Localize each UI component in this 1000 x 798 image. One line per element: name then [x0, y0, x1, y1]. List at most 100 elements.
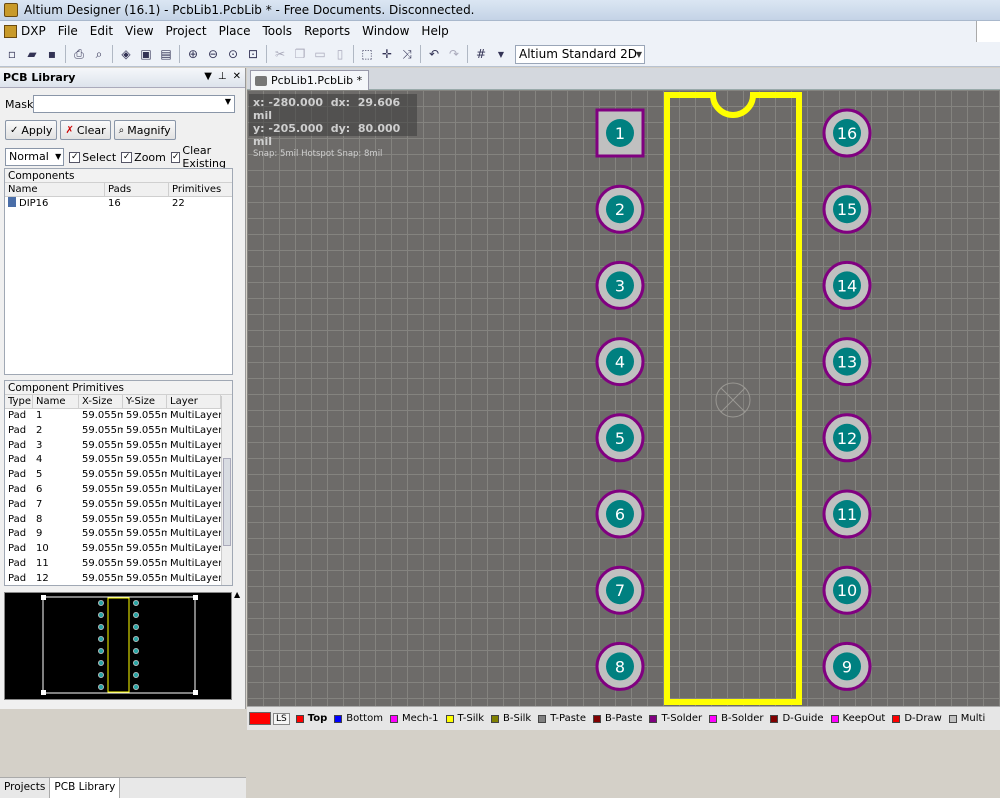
component-preview[interactable]	[4, 592, 232, 700]
grid-dropdown-icon[interactable]: ▼	[492, 45, 510, 63]
col-ysize[interactable]: Y-Size	[123, 395, 167, 408]
menu-dxp[interactable]: DXP	[0, 21, 52, 42]
paste-icon[interactable]: ▭	[311, 45, 329, 63]
col-layer[interactable]: Layer	[167, 395, 221, 408]
new-icon[interactable]: ▫	[3, 45, 21, 63]
layer-tab-multi[interactable]: Multi	[948, 713, 985, 724]
pad-15[interactable]: 15	[822, 184, 872, 234]
clear-button[interactable]: ✗ Clear	[60, 120, 111, 140]
layer-tab-b-paste[interactable]: B-Paste	[593, 713, 642, 724]
tab-projects[interactable]: Projects	[0, 778, 51, 798]
grid-icon[interactable]: #	[472, 45, 490, 63]
layer-tab-b-silk[interactable]: B-Silk	[491, 713, 531, 724]
zoom-fit-icon[interactable]: ⊡	[244, 45, 262, 63]
tab-pcblib1[interactable]: PcbLib1.PcbLib *	[250, 70, 370, 90]
pad-6[interactable]: 6	[595, 489, 645, 539]
primitives-scrollbar[interactable]	[221, 396, 232, 585]
panel-menu-icon[interactable]: ▼	[204, 71, 212, 82]
mask-input[interactable]: ▼	[33, 95, 235, 113]
view-mode-select[interactable]: Altium Standard 2D ▼	[515, 44, 645, 64]
pad-1[interactable]: 1	[595, 108, 645, 158]
component-icon[interactable]: ▤	[157, 45, 175, 63]
primitive-row[interactable]: Pad1259.055mil59.055milMultiLayer	[5, 572, 232, 587]
menu-view[interactable]: View	[119, 21, 159, 42]
primitive-row[interactable]: Pad159.055mil59.055milMultiLayer	[5, 409, 232, 424]
menu-file[interactable]: File	[52, 21, 84, 42]
pad-9[interactable]: 9	[822, 641, 872, 691]
pad-4[interactable]: 4	[595, 337, 645, 387]
menu-reports[interactable]: Reports	[298, 21, 356, 42]
layers-icon[interactable]: ◈	[117, 45, 135, 63]
menu-place[interactable]: Place	[213, 21, 257, 42]
layer-set-button[interactable]: LS	[249, 712, 290, 725]
pad-10[interactable]: 10	[822, 565, 872, 615]
print-icon[interactable]: ⎙	[70, 45, 88, 63]
search-box[interactable]	[976, 21, 1000, 42]
primitive-row[interactable]: Pad759.055mil59.055milMultiLayer	[5, 498, 232, 513]
close-icon[interactable]: ✕	[233, 71, 241, 82]
pad-3[interactable]: 3	[595, 260, 645, 310]
col-xsize[interactable]: X-Size	[79, 395, 123, 408]
open-icon[interactable]: ▰	[23, 45, 41, 63]
col-type[interactable]: Type	[5, 395, 33, 408]
col-name[interactable]: Name	[5, 183, 105, 196]
zoom-checkbox[interactable]: ✓ Zoom	[121, 151, 166, 164]
primitive-row[interactable]: Pad259.055mil59.055milMultiLayer	[5, 424, 232, 439]
pad-16[interactable]: 16	[822, 108, 872, 158]
primitive-row[interactable]: Pad559.055mil59.055milMultiLayer	[5, 468, 232, 483]
tab-pcb-library[interactable]: PCB Library	[50, 778, 121, 798]
mode-select[interactable]: Normal ▼	[5, 148, 65, 166]
select-area-icon[interactable]: ⬚	[358, 45, 376, 63]
zoom-selected-icon[interactable]: ⊙	[224, 45, 242, 63]
clear-existing-checkbox[interactable]: ✓ Clear Existing	[170, 144, 245, 170]
undo-icon[interactable]: ↶	[425, 45, 443, 63]
pin-icon[interactable]: ⊥	[218, 71, 227, 82]
layer-tab-d-draw[interactable]: D-Draw	[892, 713, 942, 724]
col-pads[interactable]: Pads	[105, 183, 169, 196]
menu-project[interactable]: Project	[160, 21, 213, 42]
layer-tab-t-solder[interactable]: T-Solder	[649, 713, 702, 724]
magnify-button[interactable]: ⌕ Magnify	[113, 120, 176, 140]
pad-14[interactable]: 14	[822, 260, 872, 310]
menu-edit[interactable]: Edit	[84, 21, 119, 42]
menu-window[interactable]: Window	[356, 21, 415, 42]
collapse-icon[interactable]: ▲	[234, 590, 240, 599]
pad-8[interactable]: 8	[595, 641, 645, 691]
board-icon[interactable]: ▣	[137, 45, 155, 63]
pad-7[interactable]: 7	[595, 565, 645, 615]
print-preview-icon[interactable]: ⌕	[90, 45, 108, 63]
menu-help[interactable]: Help	[415, 21, 454, 42]
primitive-row[interactable]: Pad1159.055mil59.055milMultiLayer	[5, 557, 232, 572]
select-checkbox[interactable]: ✓ Select	[69, 151, 116, 164]
primitive-row[interactable]: Pad959.055mil59.055milMultiLayer	[5, 527, 232, 542]
layer-tab-d-guide[interactable]: D-Guide	[770, 713, 824, 724]
primitive-row[interactable]: Pad859.055mil59.055milMultiLayer	[5, 513, 232, 528]
cut-icon[interactable]: ✂	[271, 45, 289, 63]
zoom-out-icon[interactable]: ⊖	[204, 45, 222, 63]
pad-11[interactable]: 11	[822, 489, 872, 539]
apply-button[interactable]: ✓ Apply	[5, 120, 58, 140]
col-primitives[interactable]: Primitives	[169, 183, 232, 196]
menu-tools[interactable]: Tools	[257, 21, 299, 42]
layer-tab-top[interactable]: Top	[295, 713, 327, 724]
primitive-row[interactable]: Pad659.055mil59.055milMultiLayer	[5, 483, 232, 498]
layer-tab-t-silk[interactable]: T-Silk	[445, 713, 484, 724]
layer-tab-bottom[interactable]: Bottom	[334, 713, 383, 724]
scroll-thumb[interactable]	[223, 458, 231, 546]
deselect-icon[interactable]: ⤨	[398, 45, 416, 63]
col-name[interactable]: Name	[33, 395, 79, 408]
component-row[interactable]: DIP16 16 22	[5, 197, 232, 212]
pad-12[interactable]: 12	[822, 413, 872, 463]
pad-5[interactable]: 5	[595, 413, 645, 463]
pcb-canvas[interactable]: x: -280.000 dx: 29.606 mil y: -205.000 d…	[247, 90, 1000, 706]
layer-tab-keepout[interactable]: KeepOut	[830, 713, 885, 724]
move-icon[interactable]: ✛	[378, 45, 396, 63]
pad-2[interactable]: 2	[595, 184, 645, 234]
layer-tab-b-solder[interactable]: B-Solder	[709, 713, 763, 724]
primitive-row[interactable]: Pad359.055mil59.055milMultiLayer	[5, 439, 232, 454]
rubber-stamp-icon[interactable]: ▯	[331, 45, 349, 63]
redo-icon[interactable]: ↷	[445, 45, 463, 63]
primitive-row[interactable]: Pad1059.055mil59.055milMultiLayer	[5, 542, 232, 557]
copy-icon[interactable]: ❐	[291, 45, 309, 63]
primitive-row[interactable]: Pad459.055mil59.055milMultiLayer	[5, 453, 232, 468]
